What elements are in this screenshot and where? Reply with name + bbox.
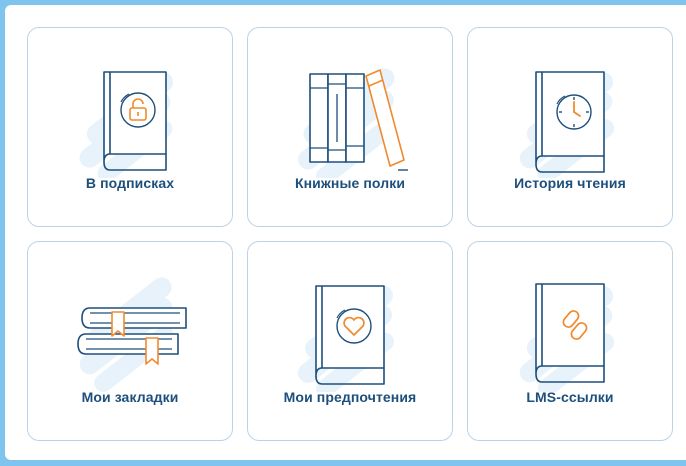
card-bookshelves[interactable]: Книжные полки <box>247 27 453 227</box>
book-heart-icon <box>297 285 394 392</box>
card-lms-links[interactable]: LMS-ссылки <box>467 241 673 441</box>
books-bookmarks-icon <box>77 277 187 392</box>
book-lock-icon <box>79 71 174 178</box>
card-label: История чтения <box>514 175 626 191</box>
card-preferences[interactable]: Мои предпочтения <box>247 241 453 441</box>
card-reading-history[interactable]: История чтения <box>467 27 673 227</box>
card-bookmarks[interactable]: Мои закладки <box>27 241 233 441</box>
card-label: В подписках <box>85 175 175 191</box>
book-clock-icon <box>519 71 615 178</box>
card-label: Мои предпочтения <box>283 389 417 405</box>
book-link-icon <box>519 283 615 392</box>
card-label: Мои закладки <box>81 389 179 405</box>
bookshelf-icon <box>298 68 408 178</box>
card-subscriptions[interactable]: В подписках <box>27 27 233 227</box>
card-label: LMS-ссылки <box>526 389 614 405</box>
card-label: Книжные полки <box>294 175 406 191</box>
library-menu-panel: В подписках Книжные полки История чтения… <box>5 5 686 460</box>
